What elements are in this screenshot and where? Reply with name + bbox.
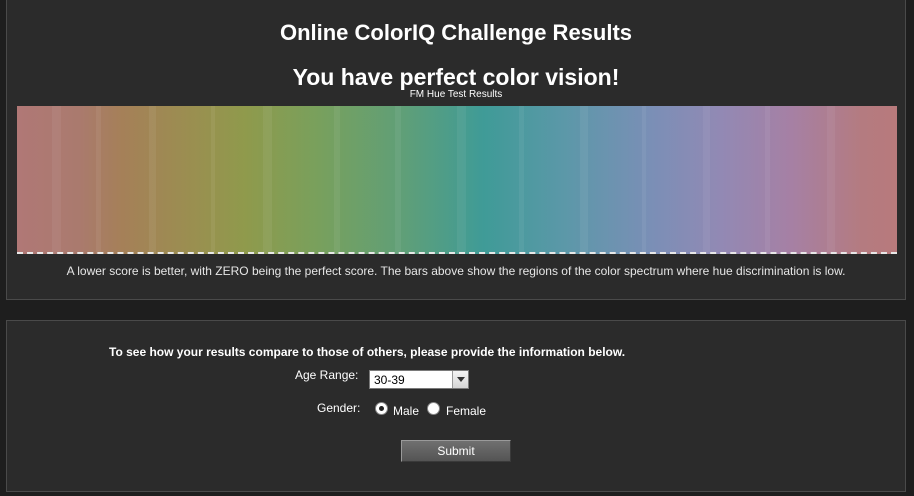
- hue-spectrum-chart: [17, 106, 897, 254]
- form-prompt: To see how your results compare to those…: [109, 345, 626, 359]
- result-headline: You have perfect color vision!: [292, 64, 620, 90]
- submit-button[interactable]: Submit: [401, 440, 511, 462]
- gender-female-label[interactable]: Female: [446, 404, 486, 418]
- age-range-select[interactable]: 30-39: [369, 370, 469, 389]
- zero-score-baseline: [17, 252, 897, 254]
- chevron-down-icon[interactable]: [452, 371, 468, 388]
- age-range-label: Age Range:: [295, 368, 359, 382]
- gender-male-label[interactable]: Male: [393, 404, 419, 418]
- gender-label: Gender:: [317, 401, 361, 415]
- results-panel: Online ColorIQ Challenge Results You hav…: [6, 0, 906, 300]
- chart-title: FM Hue Test Results: [409, 89, 503, 100]
- age-range-value: 30-39: [374, 373, 405, 387]
- gender-female-radio[interactable]: [427, 402, 440, 415]
- page-title: Online ColorIQ Challenge Results: [279, 20, 633, 45]
- comparison-form-panel: To see how your results compare to those…: [6, 320, 906, 492]
- gender-male-radio[interactable]: [375, 402, 388, 415]
- score-note: A lower score is better, with ZERO being…: [66, 264, 846, 278]
